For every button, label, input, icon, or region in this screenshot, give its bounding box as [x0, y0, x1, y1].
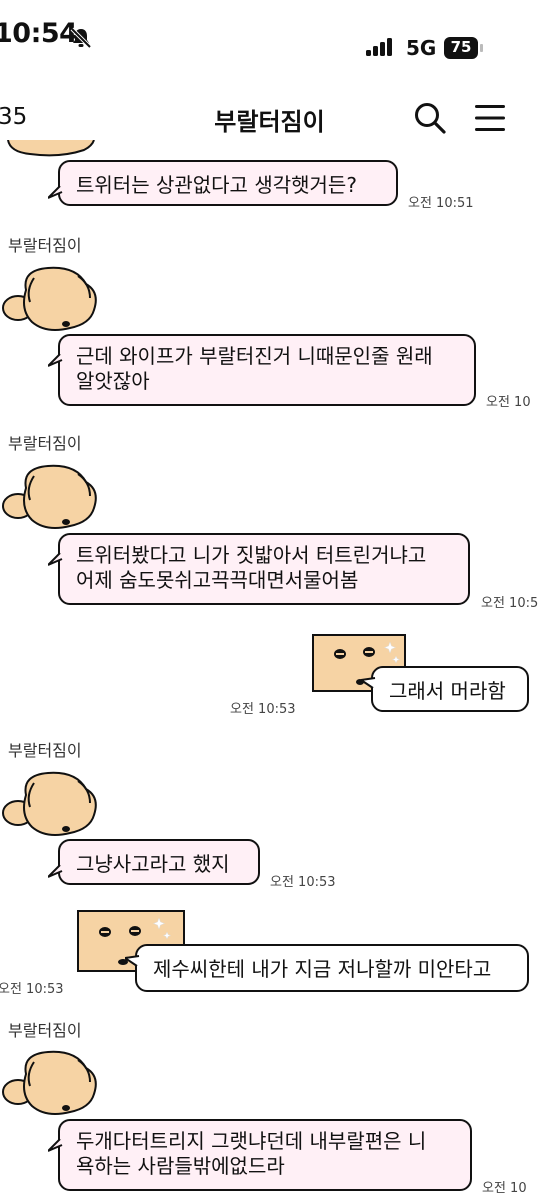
- signal-strength-icon: [366, 36, 392, 56]
- sender-name: 부랄터짐이: [8, 236, 82, 255]
- message-bubble[interactable]: 그래서 머라함: [371, 666, 529, 712]
- message-text-line: 욕하는 사람들밖에없드라: [76, 1154, 285, 1178]
- message-text-line: 두개다터트리지 그랫냐던데 내부랄편은 니: [76, 1129, 427, 1153]
- message-time: 오전 10:53: [230, 702, 296, 717]
- status-time: 10:54: [0, 18, 78, 49]
- message-text-line: 트위터봤다고 니가 짓밟아서 터트린거냐고: [76, 543, 427, 567]
- search-icon[interactable]: [413, 101, 447, 135]
- message-bubble[interactable]: 근데 와이프가 부랄터진거 니때문인줄 원래 알앗잖아: [58, 334, 476, 406]
- message-text: 그래서 머라함: [389, 679, 506, 703]
- message-text: 제수씨한테 내가 지금 저나할까 미안타고: [153, 957, 492, 981]
- message-text: 그냥사고라고 했지: [76, 852, 230, 876]
- sender-name: 부랄터짐이: [8, 1021, 82, 1040]
- message-bubble[interactable]: 제수씨한테 내가 지금 저나할까 미안타고: [135, 944, 529, 992]
- message-text-line: 근데 와이프가 부랄터진거 니때문인줄 원래: [76, 344, 433, 368]
- hamburger-menu-icon[interactable]: [474, 104, 506, 132]
- message-time: 오전 10:53: [270, 875, 336, 890]
- chat-title: 부랄터짐이: [214, 108, 325, 136]
- message-time: 오전 10:53: [0, 982, 64, 997]
- sender-name: 부랄터짐이: [8, 741, 82, 760]
- network-type: 5G: [406, 36, 437, 60]
- message-text: 트위터는 상관없다고 생각햇거든?: [76, 173, 357, 197]
- sender-name: 부랄터짐이: [8, 434, 82, 453]
- bell-slash-icon: [70, 27, 92, 49]
- message-bubble[interactable]: 그냥사고라고 했지: [58, 839, 260, 885]
- message-text-line: 어제 숨도못쉬고끅끅대면서물어봄: [76, 568, 359, 592]
- message-time: 오전 10: [482, 1181, 527, 1196]
- message-time: 오전 10:51: [408, 196, 474, 211]
- message-text-line: 알앗잖아: [76, 369, 150, 393]
- puppy-avatar[interactable]: [0, 767, 100, 839]
- message-time: 오전 10:5: [481, 596, 539, 611]
- message-time: 오전 10: [486, 395, 531, 410]
- battery-level: 75: [450, 38, 472, 56]
- message-bubble[interactable]: 트위터는 상관없다고 생각햇거든?: [58, 160, 398, 206]
- message-bubble[interactable]: 트위터봤다고 니가 짓밟아서 터트린거냐고 어제 숨도못쉬고끅끅대면서물어봄: [58, 533, 470, 605]
- puppy-avatar: [7, 140, 95, 157]
- puppy-avatar[interactable]: [0, 262, 100, 334]
- puppy-avatar[interactable]: [0, 1046, 100, 1118]
- puppy-avatar[interactable]: [0, 460, 100, 532]
- battery-icon: 75: [444, 37, 484, 59]
- message-bubble[interactable]: 두개다터트리지 그랫냐던데 내부랄편은 니 욕하는 사람들밖에없드라: [58, 1119, 472, 1191]
- back-unread-count[interactable]: 35: [0, 104, 27, 130]
